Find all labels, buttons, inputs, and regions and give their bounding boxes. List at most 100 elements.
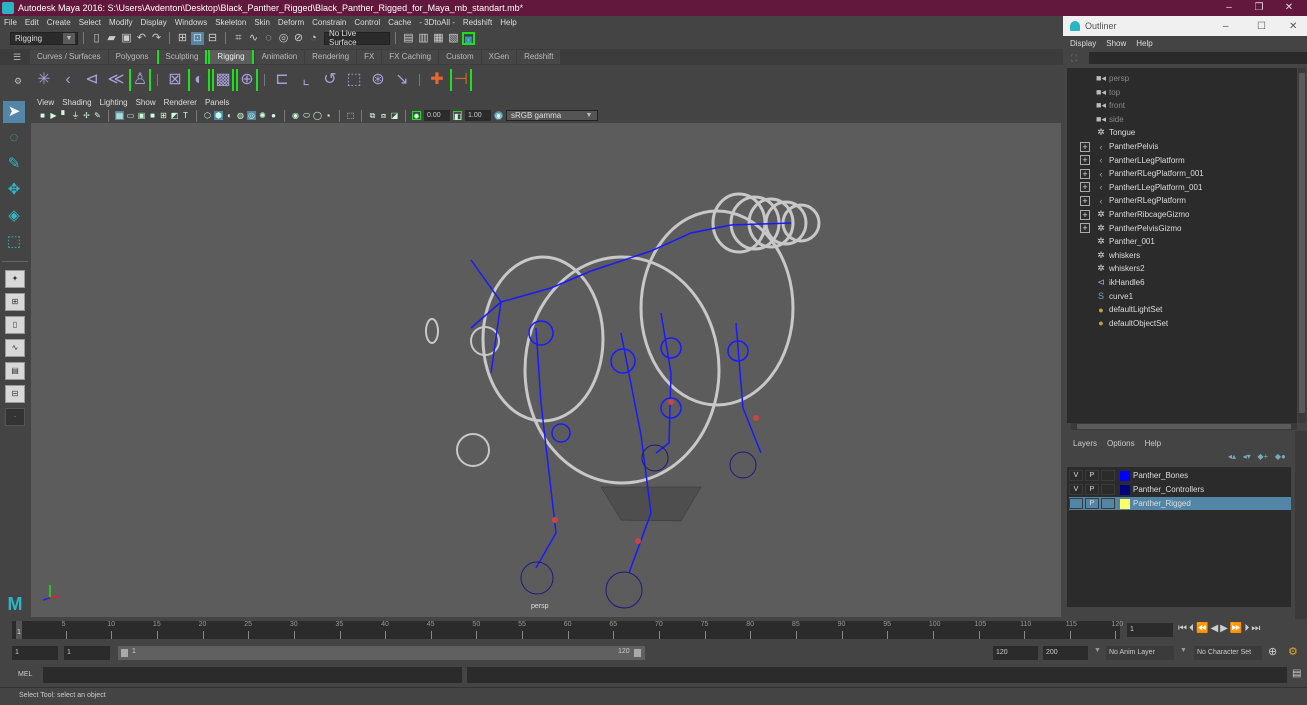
resolution-gate-icon[interactable]: ▣ [137, 111, 146, 120]
playback-start-field[interactable]: 1 [64, 646, 110, 660]
xray-joints-icon[interactable]: ⧉ [368, 111, 377, 120]
menu-deform[interactable]: Deform [278, 18, 304, 27]
minimize-button[interactable]: – [1214, 0, 1244, 16]
outliner-item[interactable]: + ‹ PantherPelvis [1067, 140, 1297, 153]
field-chart-icon[interactable]: ⊞ [159, 111, 168, 120]
orient-constraint-icon[interactable]: ↺ [319, 69, 341, 91]
shelf-menu-icon[interactable]: ☰ [13, 52, 23, 62]
connect-attribute-icon[interactable]: ⊣ [450, 69, 472, 91]
move-layer-down-icon[interactable]: ◂▾ [1243, 452, 1251, 461]
outliner-item[interactable]: + ‹ PantherLLegPlatform [1067, 154, 1297, 167]
xray-active-icon[interactable]: ⧈ [379, 111, 388, 120]
expand-icon[interactable]: + [1080, 223, 1090, 234]
image-plane-icon[interactable]: ⏚ [71, 111, 80, 120]
outliner-item[interactable]: ✲ whiskers2 [1067, 262, 1297, 275]
layer-menu-options[interactable]: Options [1107, 439, 1135, 448]
outliner-menu-help[interactable]: Help [1136, 39, 1152, 48]
isolate-select-icon[interactable]: ▪ [324, 111, 333, 120]
step-back-key-icon[interactable]: ⏪ [1196, 623, 1210, 634]
exposure-field[interactable]: 0.00 [424, 110, 450, 121]
add-attribute-icon[interactable]: ✚ [426, 69, 448, 91]
camera-select-icon[interactable]: ■ [38, 111, 47, 120]
outliner-search-input[interactable] [1089, 52, 1307, 64]
range-start-handle[interactable] [121, 649, 128, 657]
display-type-toggle[interactable] [1101, 484, 1115, 495]
more-layouts-icon[interactable]: · [5, 408, 25, 426]
playback-toggle[interactable]: P [1085, 470, 1099, 481]
mirror-joint-icon[interactable]: ≪ [105, 69, 127, 91]
display-type-toggle[interactable] [1101, 470, 1115, 481]
layer-color-swatch[interactable] [1120, 498, 1130, 509]
outliner-vertical-scrollbar[interactable] [1298, 68, 1306, 423]
outliner-item[interactable]: ■◂ persp [1067, 72, 1297, 85]
shelf-tab-fx-caching[interactable]: FX Caching [382, 50, 439, 64]
xray-icon[interactable]: ⬚ [346, 111, 355, 120]
shelf-tab-polygons[interactable]: Polygons [108, 50, 156, 64]
render-view-icon[interactable]: ▤ [402, 32, 415, 45]
gamma-field[interactable]: 1.00 [465, 110, 491, 121]
layer-menu-help[interactable]: Help [1145, 439, 1161, 448]
menu-select[interactable]: Select [79, 18, 101, 27]
layer-color-swatch[interactable] [1120, 484, 1130, 495]
maximize-button[interactable]: ❐ [1244, 0, 1274, 16]
2d-pan-zoom-icon[interactable]: ✢ [82, 111, 91, 120]
snap-view-plane-icon[interactable]: ◎ [277, 32, 290, 45]
depth-of-field-icon[interactable]: ◯ [313, 111, 322, 120]
layer-row[interactable]: V P Panther_Bones [1069, 469, 1291, 482]
color-management-icon[interactable]: ◉ [494, 111, 503, 120]
select-component-icon[interactable]: ⊟ [206, 32, 219, 45]
panel-menu-lighting[interactable]: Lighting [100, 98, 128, 107]
select-tool-icon[interactable]: ➤ [3, 101, 25, 123]
live-surface-field[interactable]: No Live Surface [324, 29, 390, 47]
playback-end-field[interactable]: 120 [993, 646, 1038, 660]
menu-cache[interactable]: Cache [388, 18, 411, 27]
outliner-item[interactable]: ⊲ ikHandle6 [1067, 276, 1297, 289]
shelf-tab-xgen[interactable]: XGen [481, 50, 517, 64]
scrollbar-thumb[interactable] [1077, 424, 1291, 429]
grease-pencil-icon[interactable]: ✎ [93, 111, 102, 120]
menu-constrain[interactable]: Constrain [312, 18, 346, 27]
bookmark-icon[interactable]: ▘ [60, 111, 69, 120]
shadows-icon[interactable]: ✺ [258, 111, 267, 120]
menu-skeleton[interactable]: Skeleton [215, 18, 246, 27]
humanik-icon[interactable]: ♙ [129, 69, 151, 91]
render-current-icon[interactable]: ▥ [417, 32, 430, 45]
lasso-tool-icon[interactable]: ◌ [3, 127, 25, 149]
step-back-frame-icon[interactable]: ⏴ [1189, 623, 1196, 634]
ambient-occlusion-icon[interactable]: ● [269, 111, 278, 120]
panel-menu-view[interactable]: View [37, 98, 54, 107]
four-pane-layout-icon[interactable]: ⊞ [5, 293, 25, 311]
visibility-toggle[interactable] [1069, 498, 1083, 509]
undo-icon[interactable]: ↶ [135, 32, 148, 45]
point-constraint-icon[interactable]: ⌞ [295, 69, 317, 91]
ik-handle-icon[interactable]: ‹ [57, 69, 79, 91]
shelf-tab-custom[interactable]: Custom [439, 50, 481, 64]
exposure-icon[interactable]: ✹ [412, 111, 421, 121]
outliner-item[interactable]: + ‹ PantherRLegPlatform [1067, 194, 1297, 207]
layer-menu-layers[interactable]: Layers [1073, 439, 1097, 448]
new-layer-from-selection-icon[interactable]: ◆● [1275, 452, 1286, 461]
menu-create[interactable]: Create [47, 18, 71, 27]
render-settings-icon[interactable]: ▧ [447, 32, 460, 45]
visibility-toggle[interactable]: V [1069, 470, 1083, 481]
gamma-icon[interactable]: ◧ [453, 111, 462, 121]
snap-grid-icon[interactable]: ⌗ [232, 32, 245, 45]
menu-modify[interactable]: Modify [109, 18, 133, 27]
anti-aliasing-icon[interactable]: ⬭ [302, 111, 311, 120]
outliner-layout-icon[interactable]: ▤ [5, 362, 25, 380]
outliner-horizontal-scrollbar[interactable] [1071, 423, 1297, 430]
rotate-tool-icon[interactable]: ◈ [3, 205, 25, 227]
menu-file[interactable]: File [4, 18, 17, 27]
outliner-menu-display[interactable]: Display [1070, 39, 1096, 48]
menu-help[interactable]: Help [500, 18, 516, 27]
outliner-item[interactable]: + ‹ PantherRLegPlatform_001 [1067, 167, 1297, 180]
lattice-icon[interactable]: ▩ [212, 69, 234, 91]
menu-edit[interactable]: Edit [25, 18, 39, 27]
character-set-dropdown[interactable]: No Character Set [1194, 646, 1262, 660]
range-end-handle[interactable] [634, 649, 641, 657]
ipr-render-icon[interactable]: ▦ [432, 32, 445, 45]
wireframe-icon[interactable]: ⬡ [203, 111, 212, 120]
motion-blur-icon[interactable]: ◉ [291, 111, 300, 120]
playback-toggle[interactable]: P [1085, 498, 1099, 509]
open-scene-icon[interactable]: ▰ [105, 32, 118, 45]
